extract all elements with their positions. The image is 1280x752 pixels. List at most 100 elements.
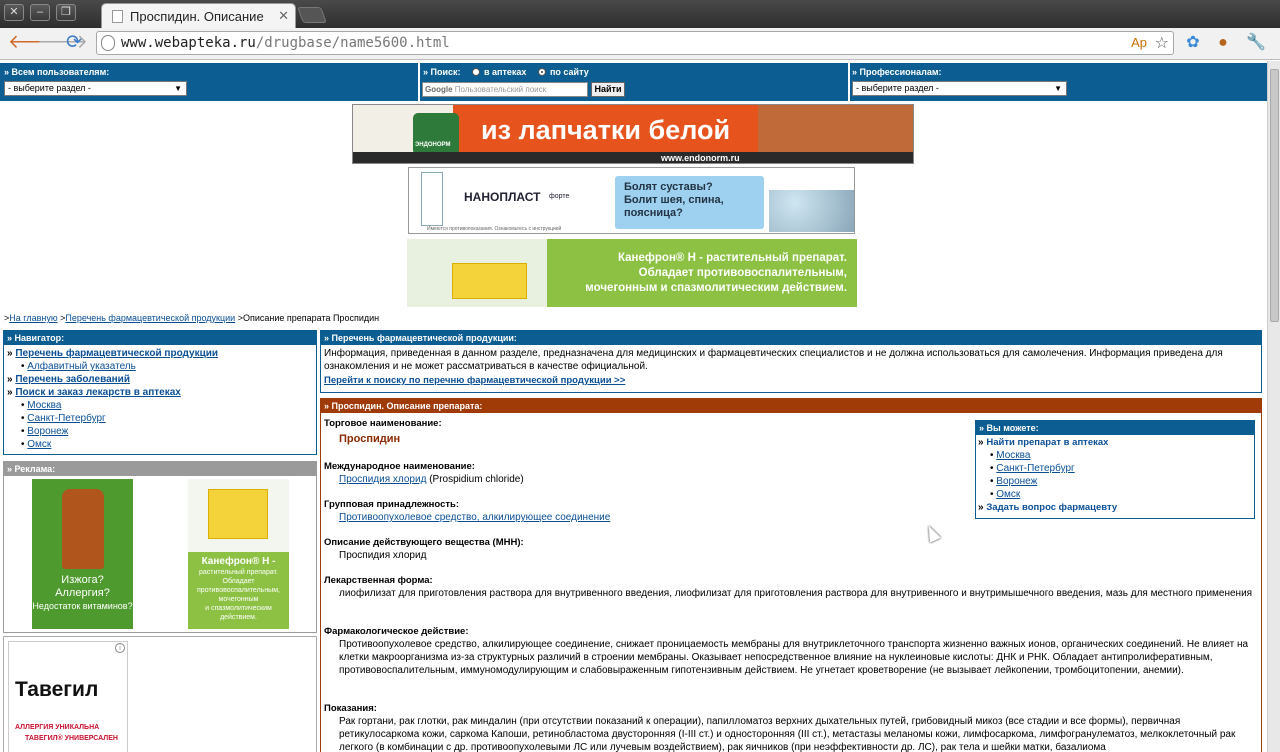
- ad-kanefron-l7: действием.: [220, 614, 257, 621]
- banner-footer: [353, 152, 913, 163]
- close-tab-icon[interactable]: ✕: [278, 8, 289, 24]
- ad-bottle-image: [62, 489, 104, 569]
- wrench-icon[interactable]: 🔧: [1246, 33, 1266, 53]
- group-row: Противоопухолевое средство, алкилирующее…: [324, 511, 964, 524]
- endonorm-slogan: из лапчатки белой: [481, 115, 731, 145]
- radio-pharmacies[interactable]: [472, 68, 480, 76]
- search-button[interactable]: Найти: [591, 82, 625, 97]
- nav-link-catalog[interactable]: Перечень фармацевтической продукции: [15, 348, 218, 359]
- bookmark-star-icon[interactable]: ☆: [1155, 33, 1169, 53]
- you-can-city-moscow[interactable]: Москва: [996, 450, 1030, 461]
- nav-city: • Воронеж: [21, 426, 69, 437]
- reload-icon[interactable]: ⟳: [66, 33, 82, 53]
- ad-kanefron-l2: растительный препарат.: [199, 569, 278, 576]
- radio-site[interactable]: [538, 68, 546, 76]
- group-link[interactable]: Противоопухолевое средство, алкилирующее…: [339, 512, 610, 523]
- catalog-panel: » Перечень фармацевтической продукции: И…: [320, 330, 1262, 393]
- nav-link-search[interactable]: Поиск и заказ лекарств в аптеках: [15, 387, 181, 398]
- kanefron-line3: мочегонным и спазмолитическим действием.: [585, 282, 847, 294]
- intl-name-label: Международное наименование:: [324, 461, 475, 472]
- indications-label: Показания:: [324, 703, 377, 714]
- group-section: Групповая принадлежность: Противоопухоле…: [324, 498, 964, 524]
- ad-allergy[interactable]: Изжога? Аллергия? Недостаток витаминов?: [32, 479, 133, 629]
- kanefron-text: Канефрон® Н - растительный препарат. Обл…: [585, 251, 847, 296]
- users-section-select[interactable]: - выберите раздел -: [4, 81, 187, 96]
- nav-city-voronezh[interactable]: Воронеж: [27, 426, 68, 437]
- ads-title: » Реклама:: [4, 462, 316, 476]
- users-label: » Всем пользователям:: [4, 67, 110, 77]
- ad-kanefron-l3: Обладает: [222, 578, 255, 585]
- nav-link-diseases[interactable]: Перечень заболеваний: [15, 374, 130, 385]
- you-can-city-voronezh[interactable]: Воронеж: [996, 476, 1037, 487]
- vertical-scrollbar[interactable]: [1267, 61, 1280, 752]
- nanoplast-questions: Болят суставы? Болит шея, спина, поясниц…: [624, 181, 724, 220]
- nav-item-alpha: • Алфавитный указатель: [21, 361, 136, 372]
- nav-item-diseases: » Перечень заболеваний: [7, 374, 130, 385]
- pro-section-select[interactable]: - выберите раздел -: [852, 81, 1067, 96]
- catalog-search-link[interactable]: Перейти к поиску по перечню фармацевтиче…: [324, 375, 625, 386]
- ad-kanefron-l5: мочегонным: [218, 596, 259, 603]
- you-can-list: » Найти препарат в аптеках • Москва • Са…: [976, 435, 1254, 515]
- browser-tab[interactable]: Проспидин. Описание ✕: [101, 3, 296, 28]
- drug-title: » Проспидин. Описание препарата:: [321, 399, 1261, 413]
- ads-panel: » Реклама: Изжога? Аллергия? Недостаток …: [3, 461, 317, 633]
- banner-endonorm[interactable]: ЭНДОНОРМ из лапчатки белой www.endonorm.…: [352, 104, 914, 164]
- nav-city-omsk[interactable]: Омск: [27, 439, 51, 450]
- kanefron-line2: Обладает противовоспалительным,: [638, 267, 847, 279]
- group-label: Групповая принадлежность:: [324, 499, 460, 510]
- nav-city: • Омск: [21, 439, 52, 450]
- pro-label: » Профессионалам:: [852, 67, 942, 77]
- navigator-panel: » Навигатор: » Перечень фармацевтической…: [3, 330, 317, 455]
- ad-info-icon[interactable]: i: [115, 643, 125, 653]
- endonorm-url: www.endonorm.ru: [661, 153, 740, 163]
- nav-city-moscow[interactable]: Москва: [27, 400, 61, 411]
- ad-kanefron-l6: и спазмолитическим: [205, 605, 272, 612]
- nanoplast-sub: форте: [549, 193, 570, 200]
- title-bar: ✕ – ❐ Проспидин. Описание ✕: [0, 0, 1280, 28]
- divider: [848, 63, 850, 101]
- web-page: » Всем пользователям: - выберите раздел …: [0, 61, 1267, 752]
- breadcrumb-list[interactable]: Перечень фармацевтической продукции: [65, 313, 235, 323]
- ad-kanefron[interactable]: Канефрон® Н - растительный препарат. Обл…: [188, 479, 289, 629]
- search-input[interactable]: Google Пользовательский поиск: [422, 82, 588, 97]
- form-value: лиофилизат для приготовления раствора дл…: [339, 588, 1253, 599]
- close-window-icon[interactable]: ✕: [4, 4, 24, 21]
- scrollbar-thumb[interactable]: [1270, 69, 1279, 322]
- navigator-list: » Перечень фармацевтической продукции • …: [4, 345, 316, 453]
- address-bar[interactable]: www.webapteka.ru/drugbase/name5600.html …: [96, 31, 1174, 55]
- nav-city-spb[interactable]: Санкт-Петербург: [27, 413, 105, 424]
- banner-nanoplast[interactable]: НАНОПЛАСТ форте Болят суставы? Болит шея…: [408, 167, 855, 234]
- mnn-section: Описание действующего вещества (МНН): Пр…: [324, 536, 964, 562]
- translate-icon[interactable]: Ap: [1131, 35, 1147, 50]
- maximize-window-icon[interactable]: ❐: [56, 4, 76, 21]
- mnn-label: Описание действующего вещества (МНН):: [324, 537, 524, 548]
- you-can-find-link[interactable]: Найти препарат в аптеках: [986, 437, 1108, 448]
- tavegil-panel: i Тавегил АЛЛЕРГИЯ УНИКАЛЬНА ТАВЕГИЛ® УН…: [3, 636, 317, 752]
- tavegil-line1: АЛЛЕРГИЯ УНИКАЛЬНА: [15, 724, 100, 731]
- intl-name-latin: (Prospidium chloride): [429, 474, 524, 485]
- body-outline-image: [421, 172, 443, 226]
- new-tab-button[interactable]: [297, 7, 327, 23]
- you-can-city: • Омск: [990, 489, 1021, 500]
- catalog-title: » Перечень фармацевтической продукции:: [321, 331, 1261, 345]
- you-can-ask-link[interactable]: Задать вопрос фармацевту: [986, 502, 1117, 513]
- you-can-city-spb[interactable]: Санкт-Петербург: [996, 463, 1074, 474]
- breadcrumb: >На главную >Перечень фармацевтической п…: [4, 313, 380, 323]
- tavegil-name: Тавегил: [15, 678, 99, 701]
- you-can-city-omsk[interactable]: Омск: [996, 489, 1020, 500]
- cookie-icon[interactable]: ●: [1213, 33, 1233, 53]
- nav-link-alpha[interactable]: Алфавитный указатель: [27, 361, 136, 372]
- trade-name-value: Проспидин: [339, 433, 401, 445]
- page-info-icon: [101, 35, 115, 51]
- form-section: Лекарственная форма: лиофилизат для приг…: [324, 574, 1254, 600]
- you-can-city: • Воронеж: [990, 476, 1038, 487]
- banner-kanefron[interactable]: Канефрон® Н - растительный препарат. Обл…: [407, 239, 857, 307]
- extension-paw-icon[interactable]: ✿: [1183, 33, 1203, 53]
- intl-name-link[interactable]: Проспидия хлорид: [339, 474, 426, 485]
- nanoplast-q1: Болят суставы?: [624, 181, 713, 193]
- minimize-window-icon[interactable]: –: [30, 4, 50, 21]
- ad-kanefron-text: Канефрон® Н - растительный препарат. Обл…: [188, 552, 289, 629]
- you-can-city: • Санкт-Петербург: [990, 463, 1075, 474]
- breadcrumb-home[interactable]: На главную: [9, 313, 57, 323]
- ad-tavegil[interactable]: i Тавегил АЛЛЕРГИЯ УНИКАЛЬНА ТАВЕГИЛ® УН…: [8, 641, 128, 752]
